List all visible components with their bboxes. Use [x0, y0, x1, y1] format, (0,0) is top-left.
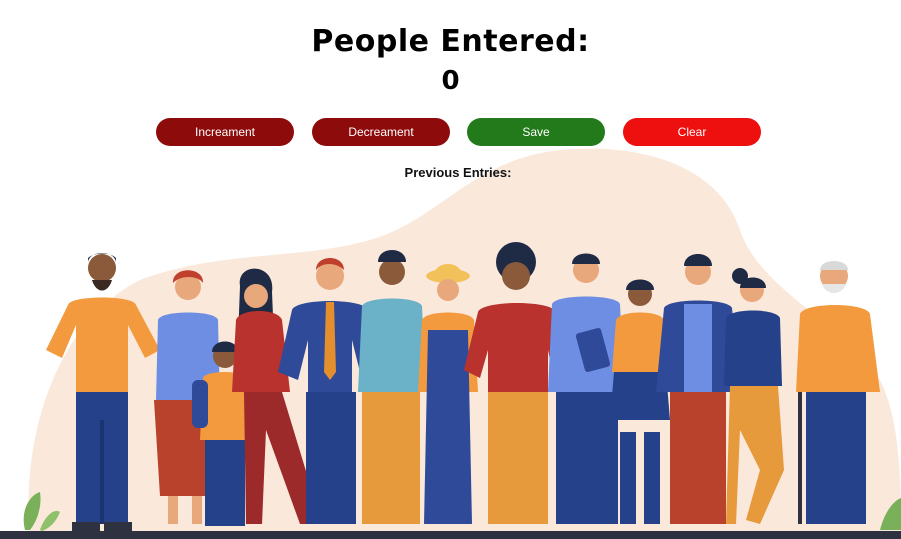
increment-button[interactable]: Increament — [156, 118, 294, 146]
clear-button[interactable]: Clear — [623, 118, 761, 146]
page-title: People Entered: — [311, 24, 590, 59]
decrement-button[interactable]: Decreament — [312, 118, 450, 146]
previous-entries-label: Previous Entries: — [404, 165, 512, 180]
people-count: 0 — [441, 66, 460, 96]
save-button[interactable]: Save — [467, 118, 605, 146]
page: People Entered: 0 Increament Decreament … — [0, 0, 901, 539]
ground-line — [0, 531, 901, 539]
